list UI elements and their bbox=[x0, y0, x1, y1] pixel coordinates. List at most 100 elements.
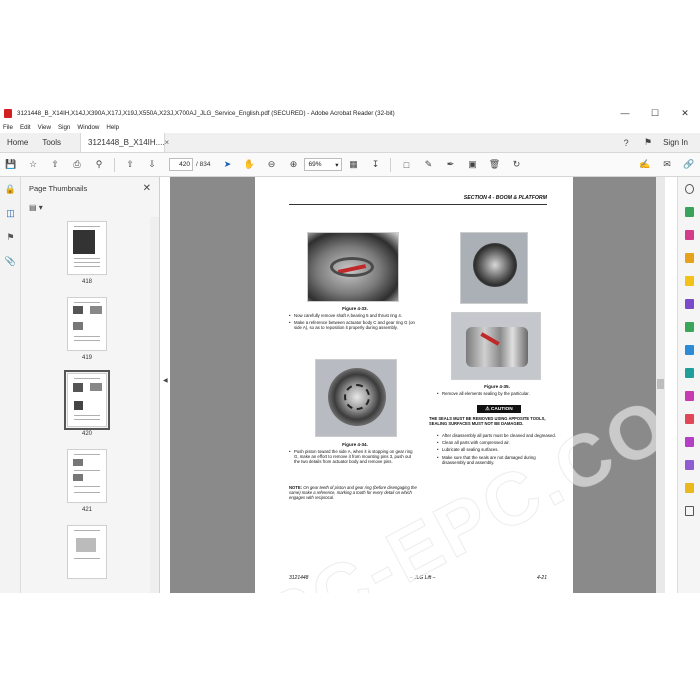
tab-home[interactable]: Home bbox=[0, 133, 35, 152]
bullet-text: Lubricate all sealing surfaces. bbox=[437, 447, 557, 452]
scrollbar-thumb[interactable] bbox=[657, 379, 664, 389]
acrobat-app-icon bbox=[4, 108, 12, 118]
sign-pen-icon[interactable]: ✒ bbox=[439, 155, 461, 175]
lock-icon[interactable]: 🔒 bbox=[0, 177, 21, 201]
thumbnail-page-418[interactable] bbox=[67, 221, 107, 275]
figure-4-34-caption: Figure 4-34. bbox=[342, 442, 368, 447]
notifications-bell-icon[interactable]: ⚑ bbox=[637, 133, 659, 152]
tab-tools[interactable]: Tools bbox=[35, 133, 68, 152]
tab-bar: Home Tools 3121448_B_X14IH.... × ? ⚑ Sig… bbox=[0, 133, 700, 153]
edit-pdf-icon[interactable] bbox=[678, 246, 700, 269]
window-title: 3121448_B_X14IH,X14J,X390A,X17J,X19J,X55… bbox=[17, 109, 395, 117]
previous-page-icon[interactable]: ⇧ bbox=[119, 155, 141, 175]
bullet-text: Make a reference between actuator body C… bbox=[289, 320, 417, 330]
create-pdf-icon[interactable] bbox=[678, 223, 700, 246]
organize-pages-icon[interactable] bbox=[678, 315, 700, 338]
left-navigation-rail: 🔒 ◫ ⚑ 📎 bbox=[0, 177, 21, 593]
thumbnail-page-421[interactable] bbox=[67, 449, 107, 503]
figure-4-33-caption: Figure 4-33. bbox=[342, 306, 368, 311]
select-cursor-icon[interactable]: ➤ bbox=[216, 155, 238, 175]
sign-in-button[interactable]: Sign In bbox=[659, 133, 700, 152]
scan-ocr-icon[interactable] bbox=[678, 476, 700, 499]
document-scrollbar[interactable] bbox=[656, 177, 665, 593]
link-icon[interactable]: 🔗 bbox=[678, 155, 700, 175]
main-toolbar: 💾 ☆ ⇧ ⎙ ⚲ ⇧ ⇩ 420 / 834 ➤ ✋ ⊖ ⊕ 69% ▾ ▦ … bbox=[0, 153, 700, 177]
document-view: SECTION 4 - BOOM & PLATFORM Figure 4-33.… bbox=[170, 177, 656, 593]
figure-4-35-photo bbox=[451, 312, 541, 380]
email-icon[interactable]: ✉ bbox=[656, 155, 678, 175]
left-bullets-1: Now carefully remove shaft A bearing 5 a… bbox=[289, 313, 417, 333]
comment-icon[interactable]: □ bbox=[395, 155, 417, 175]
footer-center: – JLG Lift – bbox=[409, 575, 436, 581]
stamp-icon[interactable]: ▣ bbox=[461, 155, 483, 175]
send-for-signature-icon[interactable] bbox=[678, 407, 700, 430]
close-window-button[interactable]: ✕ bbox=[670, 105, 700, 121]
find-icon[interactable]: ⚲ bbox=[88, 155, 110, 175]
zoom-level-select[interactable]: 69% ▾ bbox=[304, 158, 343, 171]
delete-icon[interactable]: 🗑 bbox=[483, 155, 505, 175]
tab-document[interactable]: 3121448_B_X14IH.... × bbox=[80, 133, 169, 152]
combine-files-icon[interactable] bbox=[678, 292, 700, 315]
bullet-text: Now carefully remove shaft A bearing 5 a… bbox=[289, 313, 417, 318]
bullet-text: Remove all elements sealing by the parti… bbox=[437, 391, 557, 396]
print-icon[interactable]: ⎙ bbox=[66, 155, 88, 175]
page-view-icon[interactable]: ▦ bbox=[342, 155, 364, 175]
menu-file[interactable]: File bbox=[3, 124, 13, 131]
acrobat-window: 3121448_B_X14IH,X14J,X390A,X17J,X19J,X55… bbox=[0, 105, 700, 593]
fill-and-sign-icon[interactable] bbox=[678, 384, 700, 407]
page-thumbnails-icon[interactable]: ◫ bbox=[0, 201, 21, 225]
note-block: NOTE: On gear teeth of piston and gear r… bbox=[289, 485, 417, 501]
fill-sign-icon[interactable]: ✍ bbox=[634, 155, 656, 175]
export-pdf-icon[interactable] bbox=[678, 200, 700, 223]
panel-header: Page Thumbnails ✕ bbox=[21, 177, 159, 199]
menu-window[interactable]: Window bbox=[77, 124, 99, 131]
close-panel-icon[interactable]: ✕ bbox=[143, 183, 151, 194]
comment-tool-icon[interactable] bbox=[678, 269, 700, 292]
footer-page-number: 4-21 bbox=[536, 575, 547, 581]
redact-icon[interactable] bbox=[678, 338, 700, 361]
print-production-icon[interactable] bbox=[678, 430, 700, 453]
bookmark-star-icon[interactable]: ☆ bbox=[22, 155, 44, 175]
panel-title: Page Thumbnails bbox=[29, 183, 88, 193]
scroll-mode-icon[interactable]: ↧ bbox=[364, 155, 386, 175]
menu-edit[interactable]: Edit bbox=[20, 124, 31, 131]
maximize-button[interactable]: ☐ bbox=[640, 105, 670, 121]
thumbnail-page-422[interactable] bbox=[67, 525, 107, 579]
more-tools-icon[interactable] bbox=[678, 499, 700, 522]
minimize-button[interactable]: — bbox=[610, 105, 640, 121]
bookmarks-icon[interactable]: ⚑ bbox=[0, 225, 21, 249]
thumbnail-scrollbar[interactable] bbox=[150, 217, 159, 593]
hand-tool-icon[interactable]: ✋ bbox=[238, 155, 260, 175]
thumbnail-page-420[interactable] bbox=[64, 370, 110, 430]
highlight-pen-icon[interactable]: ✎ bbox=[417, 155, 439, 175]
attachments-icon[interactable]: 📎 bbox=[0, 249, 21, 273]
menu-sign[interactable]: Sign bbox=[58, 124, 70, 131]
rotate-icon[interactable]: ↻ bbox=[505, 155, 527, 175]
menu-bar: File Edit View Sign Window Help bbox=[0, 121, 700, 133]
section-header: SECTION 4 - BOOM & PLATFORM bbox=[289, 195, 547, 205]
zoom-level-value: 69% bbox=[308, 161, 322, 168]
upload-icon[interactable]: ⇧ bbox=[44, 155, 66, 175]
page-number-input[interactable]: 420 bbox=[169, 158, 193, 171]
menu-view[interactable]: View bbox=[38, 124, 51, 131]
thumbnail-page-419[interactable] bbox=[67, 297, 107, 351]
save-icon[interactable]: 💾 bbox=[0, 155, 22, 175]
zoom-out-icon[interactable]: ⊖ bbox=[260, 155, 282, 175]
figure-4-34-photo bbox=[315, 359, 397, 437]
search-zoom-icon[interactable] bbox=[678, 177, 700, 200]
caution-text: THE SEALS MUST BE REMOVED USING APPOSITE… bbox=[429, 416, 546, 426]
page-thumbnails-panel: Page Thumbnails ✕ ▤ ▾ 418 419 420 421 bbox=[21, 177, 160, 593]
help-icon[interactable]: ? bbox=[615, 133, 637, 152]
next-page-icon[interactable]: ⇩ bbox=[141, 155, 163, 175]
caution-label: ⚠ CAUTION bbox=[477, 405, 521, 413]
zoom-in-icon[interactable]: ⊕ bbox=[282, 155, 304, 175]
figure-4-33-photo bbox=[307, 232, 399, 302]
certificates-icon[interactable] bbox=[678, 453, 700, 476]
thumbnail-options-button[interactable]: ▤ ▾ bbox=[21, 199, 159, 215]
thumbnail-label: 420 bbox=[81, 431, 92, 437]
collapse-panel-icon[interactable]: ◀ bbox=[163, 377, 168, 384]
left-bullets-2: Push piston toward the side A, when it i… bbox=[289, 449, 417, 467]
menu-help[interactable]: Help bbox=[106, 124, 119, 131]
protect-icon[interactable] bbox=[678, 361, 700, 384]
bullet-text: After disassembly all parts must be clea… bbox=[437, 433, 557, 438]
